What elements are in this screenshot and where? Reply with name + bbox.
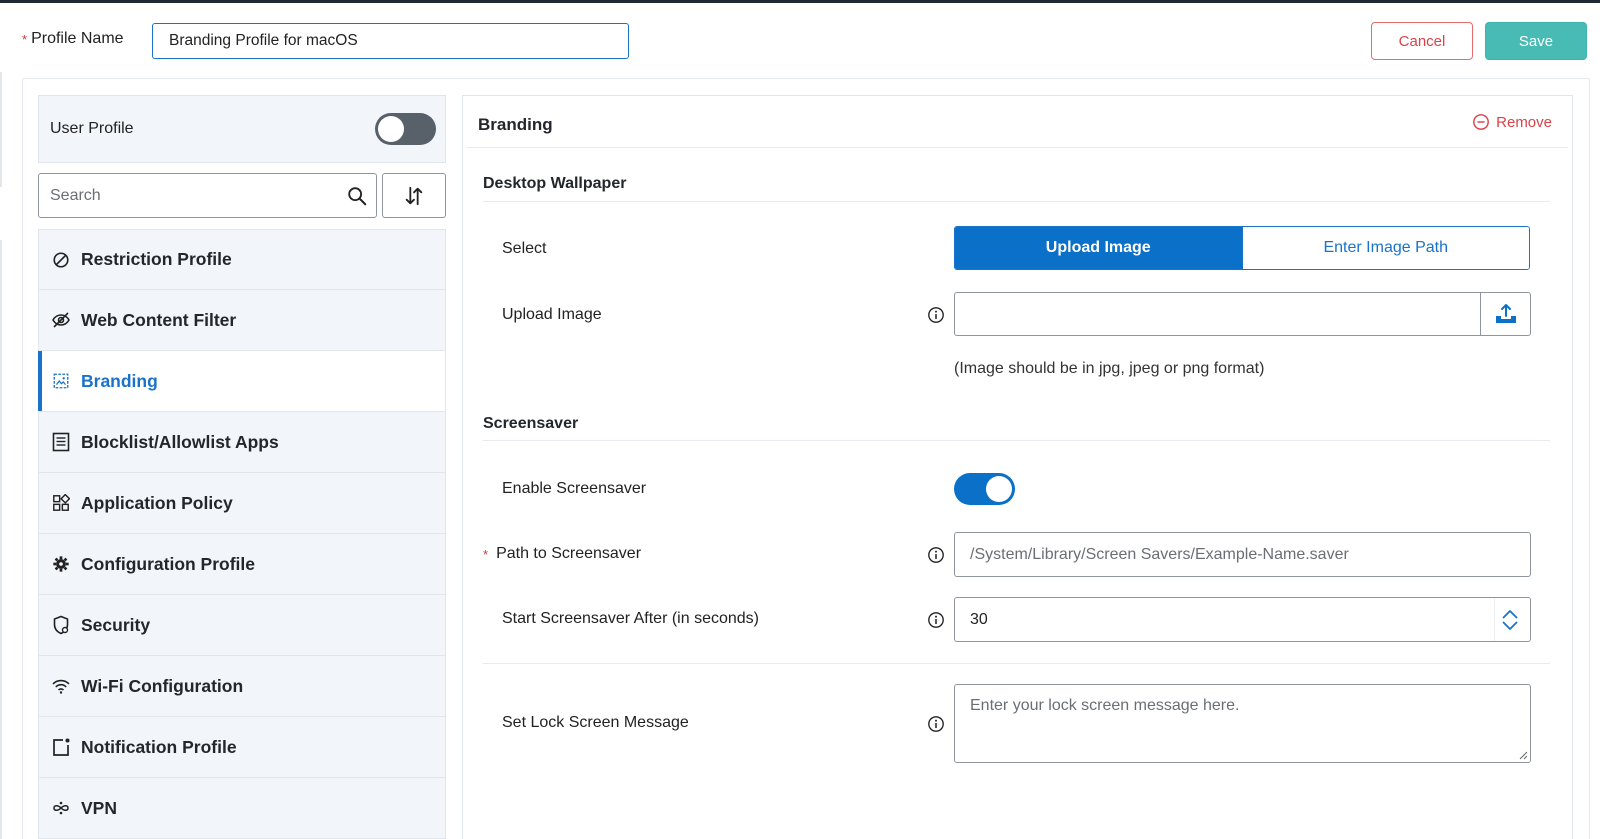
eye-slash-icon [51,310,71,330]
sidebar-item-configuration-profile[interactable]: Configuration Profile [38,534,446,595]
info-icon[interactable] [927,546,945,564]
sidebar-item-label: Restriction Profile [81,249,232,269]
profile-name-label: * Profile Name [22,30,124,48]
branding-image-icon [51,371,71,391]
upload-format-hint: (Image should be in jpg, jpeg or png for… [954,360,1265,377]
sidebar-item-label: Application Policy [81,492,233,513]
sidebar-item-web-content-filter[interactable]: Web Content Filter [38,290,446,351]
enter-image-path-option[interactable]: Enter Image Path [1241,227,1529,269]
apps-grid-icon [51,493,71,513]
search-box [38,173,377,218]
sidebar-item-label: Web Content Filter [81,309,237,330]
panel-title: Branding [478,115,553,134]
sort-button[interactable] [382,173,446,218]
wallpaper-source-toggle: Upload Image Enter Image Path [954,226,1530,270]
sidebar-item-notification-profile[interactable]: Notification Profile [38,717,446,778]
profile-name-input[interactable] [152,23,629,59]
save-button[interactable]: Save [1485,22,1587,60]
minus-circle-icon [1473,114,1490,130]
info-icon[interactable] [927,306,945,324]
restriction-icon [51,250,71,270]
upload-image-label: Upload Image [502,306,602,323]
upload-icon [1495,304,1516,323]
resize-grip-icon[interactable] [1518,750,1528,760]
upload-image-field[interactable] [954,292,1480,336]
panel-divider [467,147,1568,148]
top-border [0,0,1600,3]
left-edge-divider [0,72,2,187]
start-screensaver-after-input[interactable] [954,597,1531,642]
search-input[interactable] [39,174,339,217]
sidebar-item-branding[interactable]: Branding [38,351,446,412]
enable-screensaver-toggle[interactable] [954,473,1015,505]
section-divider [483,663,1550,664]
path-to-screensaver-label-text: Path to Screensaver [496,545,642,562]
list-icon [51,432,71,452]
user-profile-toggle[interactable] [375,113,436,145]
chevron-up-icon[interactable] [1501,608,1519,620]
upload-button[interactable] [1480,292,1531,336]
left-edge-divider [0,240,2,839]
cancel-button[interactable]: Cancel [1371,22,1473,60]
path-to-screensaver-label: * Path to Screensaver [483,545,641,563]
profile-name-label-text: Profile Name [31,30,124,47]
screensaver-path-input[interactable] [954,532,1531,577]
enable-screensaver-label: Enable Screensaver [502,480,647,497]
sidebar-item-label: Blocklist/Allowlist Apps [81,431,279,452]
lock-screen-message-label: Set Lock Screen Message [502,714,689,731]
desktop-wallpaper-section-title: Desktop Wallpaper [483,175,627,192]
toggle-knob [986,476,1012,502]
remove-button[interactable]: Remove [1472,113,1552,131]
remove-label: Remove [1496,113,1552,131]
select-label: Select [502,240,547,257]
vpn-icon [51,798,71,818]
sidebar-item-label: Security [81,614,151,635]
info-icon[interactable] [927,611,945,629]
user-profile-label: User Profile [50,120,134,137]
sidebar-item-restriction-profile[interactable]: Restriction Profile [38,229,446,290]
section-divider [483,201,1550,202]
upload-image-option[interactable]: Upload Image [955,227,1242,269]
sidebar-item-label: Branding [81,370,158,391]
required-marker: * [483,546,489,562]
sidebar-item-blocklist-allowlist-apps[interactable]: Blocklist/Allowlist Apps [38,412,446,473]
sidebar-item-application-policy[interactable]: Application Policy [38,473,446,534]
required-marker: * [22,31,28,47]
toggle-knob [378,116,404,142]
sidebar-item-label: VPN [81,797,117,818]
user-profile-box: User Profile [38,95,446,163]
gear-icon [51,554,71,574]
screensaver-section-title: Screensaver [483,415,579,432]
sidebar-item-label: Wi-Fi Configuration [81,675,244,696]
chevron-down-icon[interactable] [1501,620,1519,632]
sidebar-item-security[interactable]: Security [38,595,446,656]
sidebar-item-vpn[interactable]: VPN [38,778,446,839]
lock-screen-message-textarea[interactable] [954,684,1531,763]
start-screensaver-after-label: Start Screensaver After (in seconds) [502,610,759,627]
sort-icon [405,186,423,205]
shield-icon [51,615,71,635]
search-icon[interactable] [346,185,368,207]
info-icon[interactable] [927,715,945,733]
sidebar-item-label: Notification Profile [81,736,237,757]
number-stepper[interactable] [1494,598,1524,641]
profile-type-nav: Restriction Profile Web Content Filter B… [38,229,446,839]
notification-icon [51,737,71,757]
wifi-icon [51,676,71,696]
section-divider [483,440,1550,441]
sidebar-item-wifi-configuration[interactable]: Wi-Fi Configuration [38,656,446,717]
sidebar-item-label: Configuration Profile [81,553,256,574]
